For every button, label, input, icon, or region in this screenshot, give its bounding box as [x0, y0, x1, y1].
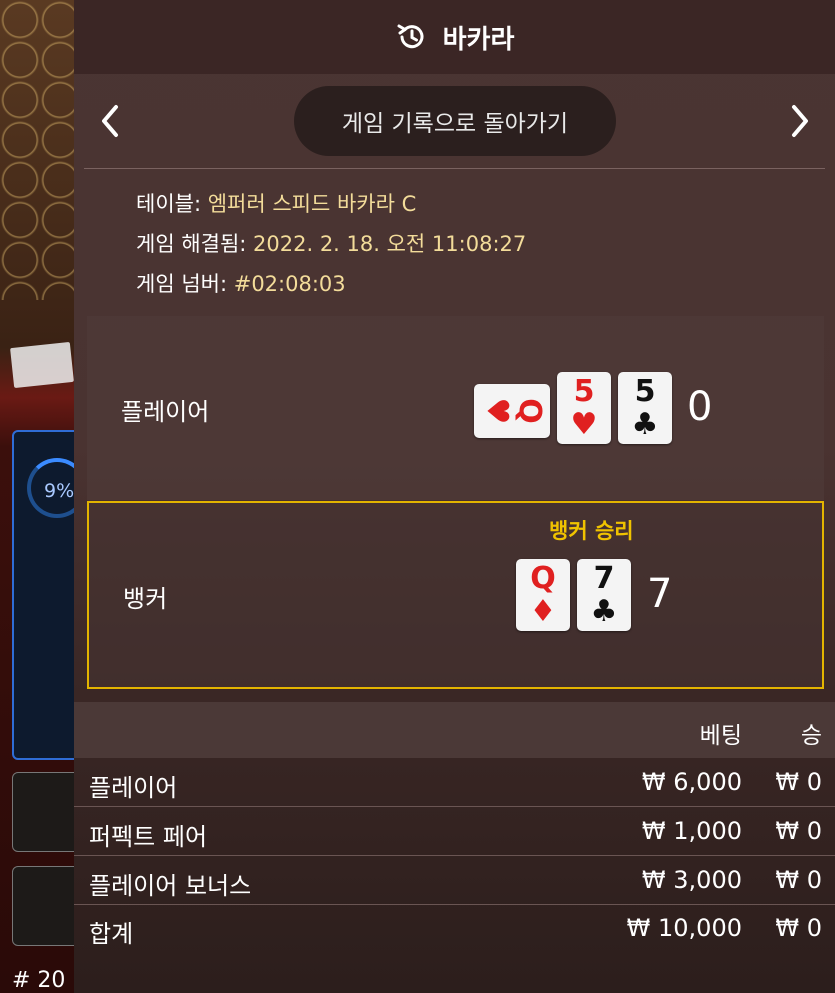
player-score: 0: [687, 384, 713, 430]
back-to-history-button[interactable]: 게임 기록으로 돌아가기: [294, 86, 616, 156]
background-bet-button: [12, 772, 82, 852]
chevron-left-icon: [102, 105, 118, 137]
game-number-info: 게임 넘버: #02:08:03: [136, 268, 346, 298]
playing-card: 7 ♣: [577, 559, 631, 631]
win-amount: ₩ 0: [775, 866, 822, 894]
settled-info: 게임 해결됨: 2022. 2. 18. 오전 11:08:27: [136, 228, 526, 258]
game-number-label: 게임 넘버:: [136, 272, 234, 296]
bet-name: 플레이어: [89, 774, 178, 802]
playing-card: Q ♦: [516, 559, 570, 631]
player-label: 플레이어: [121, 398, 210, 426]
table-label: 테이블:: [136, 192, 208, 216]
win-amount: ₩ 0: [775, 768, 822, 796]
history-icon: [395, 20, 429, 54]
win-column-header: 승: [800, 723, 822, 749]
card-rank: Q: [511, 398, 547, 424]
table-value: 엠퍼러 스피드 바카라 C: [207, 192, 417, 216]
player-result-row: 플레이어 ♥ Q 5 ♥ 5 ♣ 0: [87, 316, 824, 500]
game-number-value: #02:08:03: [233, 272, 346, 296]
playing-card: ♥ Q: [474, 384, 550, 438]
bets-table-header: 베팅 승: [74, 702, 835, 758]
game-history-panel: 바카라 게임 기록으로 돌아가기 테이블: 엠퍼러 스피드 바카라 C 게임 해…: [74, 0, 835, 993]
panel-header: 바카라: [74, 0, 835, 74]
total-win-amount: ₩ 0: [775, 914, 822, 942]
chevron-right-icon: [792, 105, 808, 137]
winner-badge: 뱅커 승리: [549, 519, 634, 543]
divider: [84, 168, 825, 169]
next-game-button[interactable]: [780, 98, 820, 144]
card-rank: 7: [593, 561, 615, 596]
win-amount: ₩ 0: [775, 817, 822, 845]
bet-name: 퍼펙트 페어: [89, 823, 208, 851]
total-row: 합계 ₩ 10,000 ₩ 0: [74, 905, 835, 953]
background-bet-button: [12, 866, 82, 946]
bet-amount: ₩ 6,000: [641, 768, 742, 796]
banker-result-row: 뱅커 승리 뱅커 Q ♦ 7 ♣ 7: [87, 501, 824, 689]
card-rank: Q: [530, 561, 556, 596]
table-row: 플레이어 ₩ 6,000 ₩ 0: [74, 759, 835, 807]
bet-column-header: 베팅: [699, 723, 742, 749]
card-suit: ♣: [590, 594, 618, 629]
card-suit: ♦: [529, 594, 557, 629]
playing-card: 5 ♥: [557, 372, 611, 444]
settled-label: 게임 해결됨:: [136, 232, 254, 256]
playing-card: 5 ♣: [618, 372, 672, 444]
table-info: 테이블: 엠퍼러 스피드 바카라 C: [136, 188, 416, 218]
card-suit: ♣: [631, 407, 659, 442]
banker-label: 뱅커: [123, 585, 168, 613]
total-bet-amount: ₩ 10,000: [626, 914, 742, 942]
bet-amount: ₩ 1,000: [641, 817, 742, 845]
background-round-number: # 20: [12, 968, 66, 993]
card-rank: 5: [573, 374, 595, 409]
previous-game-button[interactable]: [90, 98, 130, 144]
bet-amount: ₩ 3,000: [641, 866, 742, 894]
card-suit: ♥: [570, 407, 598, 442]
page-title: 바카라: [442, 24, 515, 55]
table-row: 퍼펙트 페어 ₩ 1,000 ₩ 0: [74, 808, 835, 856]
background-timer-text: 9%: [44, 480, 75, 502]
settled-value: 2022. 2. 18. 오전 11:08:27: [253, 232, 527, 256]
table-row: 플레이어 보너스 ₩ 3,000 ₩ 0: [74, 857, 835, 905]
background-card-shoe: [10, 341, 74, 389]
bet-name: 플레이어 보너스: [89, 872, 252, 900]
card-suit: ♥: [479, 397, 515, 425]
total-label: 합계: [89, 920, 134, 948]
banker-score: 7: [647, 571, 673, 617]
card-rank: 5: [634, 374, 656, 409]
